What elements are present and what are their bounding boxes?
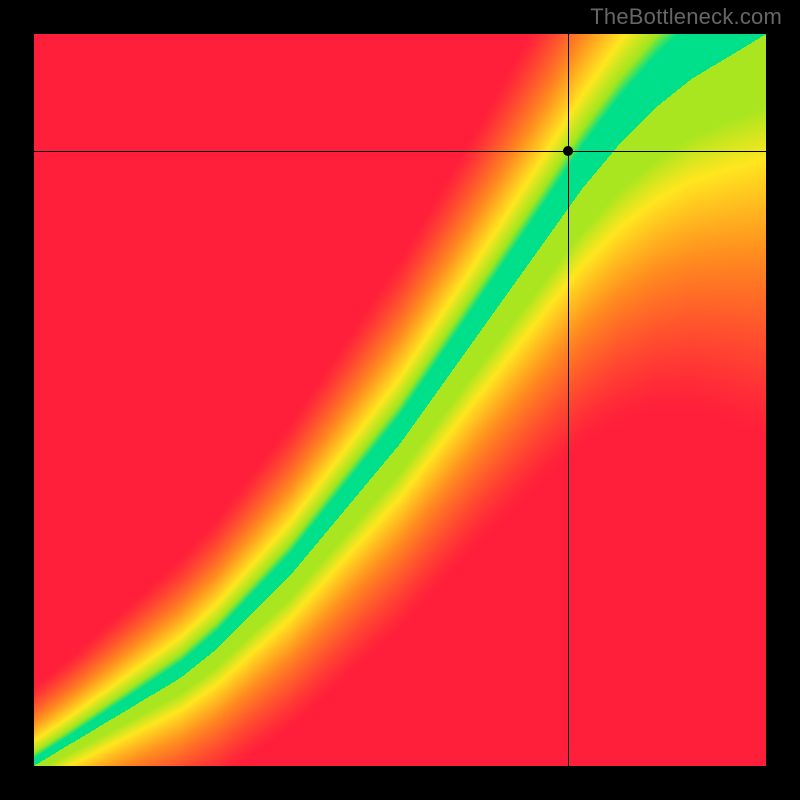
crosshair-vertical	[568, 34, 569, 766]
attribution-text: TheBottleneck.com	[590, 4, 782, 30]
heatmap-plot	[34, 34, 766, 766]
marker-dot	[563, 146, 573, 156]
chart-container: TheBottleneck.com	[0, 0, 800, 800]
heatmap-canvas	[34, 34, 766, 766]
crosshair-horizontal	[34, 151, 766, 152]
